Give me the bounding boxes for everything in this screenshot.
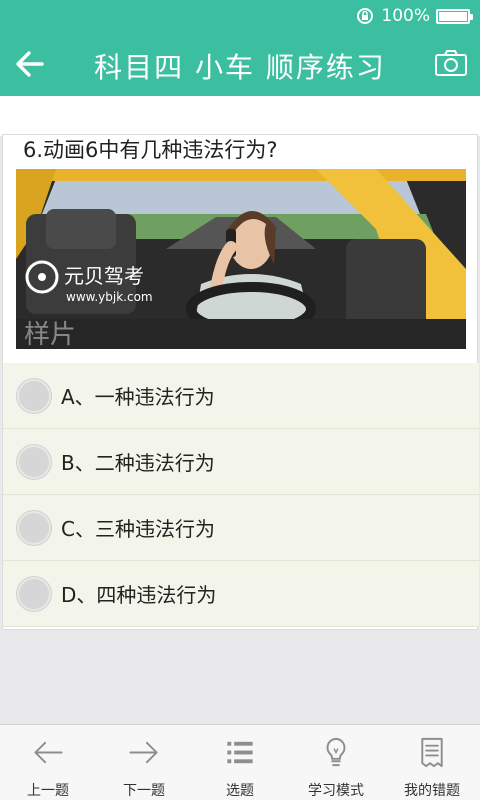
tab-label: 下一题 bbox=[123, 783, 165, 799]
watermark-brand: 元贝驾考 bbox=[64, 264, 144, 288]
header-spacer bbox=[0, 96, 480, 136]
navigation-bar: 科目四 小车 顺序练习 bbox=[0, 32, 480, 96]
option-a[interactable]: A、一种违法行为 bbox=[3, 363, 479, 429]
tab-my-mistakes[interactable]: 我的错题 bbox=[384, 725, 480, 800]
watermark-url: www.ybjk.com bbox=[66, 290, 153, 304]
tab-next[interactable]: 下一题 bbox=[96, 725, 192, 800]
tab-select-question[interactable]: 选题 bbox=[192, 725, 288, 800]
tab-previous[interactable]: 上一题 bbox=[0, 725, 96, 800]
tab-study-mode[interactable]: 学习模式 bbox=[288, 725, 384, 800]
arrow-left-icon bbox=[34, 741, 63, 764]
option-label: A、一种违法行为 bbox=[61, 385, 215, 409]
option-label: C、三种违法行为 bbox=[61, 517, 215, 541]
arrow-right-icon bbox=[129, 741, 158, 764]
tab-label: 上一题 bbox=[27, 783, 69, 799]
tab-label: 学习模式 bbox=[308, 783, 364, 799]
rotation-lock-icon bbox=[357, 8, 374, 24]
tab-label: 选题 bbox=[226, 783, 254, 799]
option-c[interactable]: C、三种违法行为 bbox=[3, 495, 479, 561]
radio-button[interactable] bbox=[17, 378, 51, 413]
question-text: 6.动画6中有几种违法行为? bbox=[23, 138, 278, 162]
bottom-tab-bar: 上一题 下一题 选题 学习模式 我的错题 bbox=[0, 724, 480, 800]
answer-options: A、一种违法行为 B、二种违法行为 C、三种违法行为 D、四种违法行为 bbox=[3, 363, 479, 627]
tab-label: 我的错题 bbox=[404, 783, 460, 799]
battery-percent: 100% bbox=[381, 6, 430, 26]
driver-phone-scene: 元贝驾考 www.ybjk.com 样片 bbox=[16, 169, 466, 349]
option-b[interactable]: B、二种违法行为 bbox=[3, 429, 479, 495]
radio-button[interactable] bbox=[17, 444, 51, 479]
receipt-icon bbox=[421, 737, 443, 768]
question-card: 6.动画6中有几种违法行为? 元贝驾考 www.ybjk.com 样片 A、一种… bbox=[2, 134, 479, 630]
page-title: 科目四 小车 顺序练习 bbox=[94, 51, 386, 84]
status-bar: 100% bbox=[0, 0, 480, 32]
radio-button[interactable] bbox=[17, 510, 51, 545]
battery-icon bbox=[436, 8, 473, 24]
option-d[interactable]: D、四种违法行为 bbox=[3, 561, 479, 627]
lightbulb-icon bbox=[326, 737, 346, 767]
radio-button[interactable] bbox=[17, 576, 51, 611]
option-label: D、四种违法行为 bbox=[61, 583, 217, 607]
question-image: 元贝驾考 www.ybjk.com 样片 bbox=[16, 169, 466, 349]
list-icon bbox=[227, 741, 253, 764]
sample-watermark: 样片 bbox=[24, 320, 76, 349]
option-label: B、二种违法行为 bbox=[61, 451, 215, 475]
camera-icon[interactable] bbox=[434, 48, 468, 78]
